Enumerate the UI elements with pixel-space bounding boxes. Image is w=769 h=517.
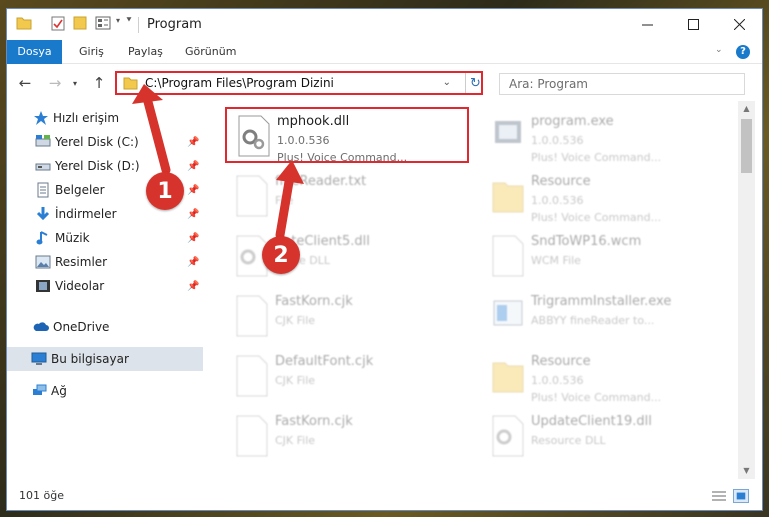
arrow-2-head: [276, 160, 304, 184]
arrow-1-head: [132, 84, 163, 104]
arrow-1-shaft: [142, 93, 171, 175]
step-badge-2: 2: [262, 236, 300, 274]
arrow-2-shaft: [275, 171, 295, 240]
step-badge-1: 1: [146, 172, 184, 210]
annotation-arrows: [132, 84, 304, 240]
